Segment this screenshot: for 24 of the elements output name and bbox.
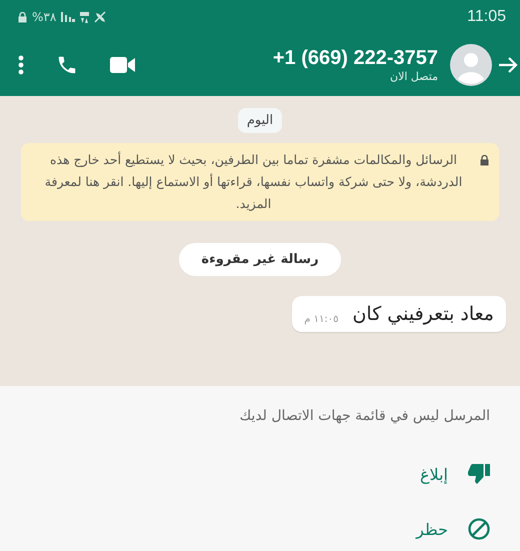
contact-name[interactable]: +1 (669) 222-3757 bbox=[272, 47, 438, 70]
lock-icon bbox=[480, 155, 489, 166]
video-camera-icon[interactable] bbox=[110, 56, 136, 74]
signal-icon bbox=[61, 12, 76, 22]
battery-percent: %٣٨ bbox=[32, 10, 56, 24]
date-chip: اليوم bbox=[238, 108, 282, 133]
unread-messages-chip: رسالة غير مقروءة bbox=[179, 243, 341, 276]
avatar-icon[interactable] bbox=[450, 44, 492, 86]
block-link[interactable]: حظر bbox=[416, 520, 448, 538]
sender-notice: المرسل ليس في قائمة جهات الاتصال لديك bbox=[238, 408, 490, 424]
clock-time: 11:05 bbox=[467, 8, 506, 26]
message-text: معاد بتعرفيني كان bbox=[352, 303, 494, 325]
report-link[interactable]: إبلاغ bbox=[420, 464, 448, 484]
back-arrow-icon[interactable] bbox=[498, 56, 518, 74]
menu-icon[interactable] bbox=[18, 55, 24, 75]
phone-icon[interactable] bbox=[56, 54, 78, 76]
notice-text: الرسائل والمكالمات مشفرة تماما بين الطرفين، بحيث لا يستطيع أحد خارج هذه الدردشة، ولا حتى شركة واتساب نفسها، قراءتها أو الاستماع إليها. انقر هنا لمعرفة المزيد. bbox=[44, 150, 464, 213]
lock-icon bbox=[18, 12, 27, 22]
online-status: متصل الان bbox=[390, 70, 438, 83]
encryption-notice[interactable]: الرسائل والمكالمات مشفرة تماما بين الطرفين، بحيث لا يستطيع أحد خارج هذه الدردشة، ولا حتى شركة واتساب نفسها، قراءتها أو الاستماع إليها. انقر هنا لمعرفة المزيد. bbox=[21, 143, 499, 221]
block-icon bbox=[468, 518, 490, 540]
message-time: ١١:٠٥ م bbox=[304, 314, 338, 325]
thumbs-down-icon bbox=[468, 464, 490, 484]
message-bubble[interactable]: معاد بتعرفيني كان ١١:٠٥ م bbox=[292, 296, 506, 332]
